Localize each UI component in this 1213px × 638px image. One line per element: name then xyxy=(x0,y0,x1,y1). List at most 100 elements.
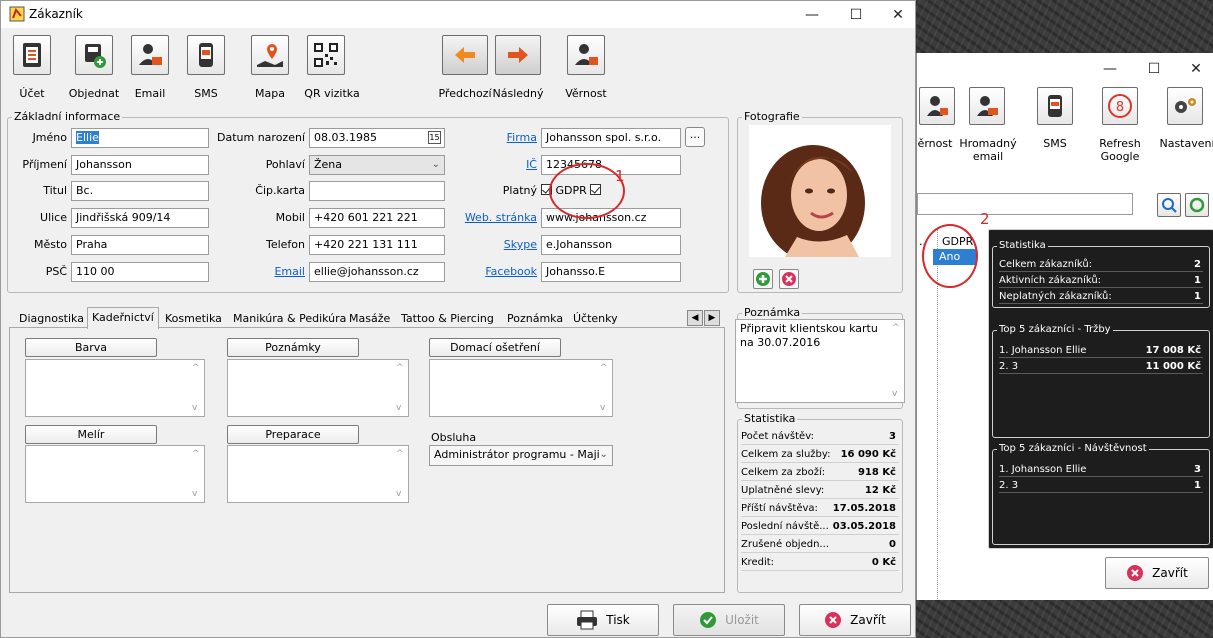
staff-select[interactable]: Administrátor programu - Majit ⌄ xyxy=(429,445,613,466)
stats-label: Celkem za služby: xyxy=(741,449,831,460)
company-more-button[interactable]: ... xyxy=(685,127,705,147)
qr-card-label: QR vizitka xyxy=(304,87,360,100)
back-sms-label: SMS xyxy=(1043,137,1067,150)
color-textarea[interactable] xyxy=(25,359,205,417)
back-sms-button[interactable] xyxy=(1037,87,1073,125)
minimize-button[interactable]: — xyxy=(797,5,827,25)
company-link[interactable]: Firma xyxy=(449,131,537,145)
save-button[interactable]: Uložit xyxy=(673,604,785,636)
arrow-right-icon xyxy=(508,47,528,63)
tab-hairdressing[interactable]: Kadeřnictví xyxy=(87,307,159,329)
sms-button[interactable] xyxy=(187,35,225,75)
home-care-scrollbar[interactable] xyxy=(596,360,612,416)
revenue-row: 2. 3 11 000 Kč xyxy=(999,359,1203,374)
street-input[interactable]: Jindřišská 909/14 xyxy=(71,208,209,228)
back-maximize-button[interactable]: ☐ xyxy=(1139,59,1169,79)
mobile-input[interactable]: +420 601 221 221 xyxy=(309,208,445,228)
map-button[interactable] xyxy=(251,35,289,75)
gender-select[interactable]: Žena ⌄ xyxy=(309,155,445,175)
phone-sms-icon xyxy=(1048,95,1062,117)
website-link[interactable]: Web. stránka xyxy=(449,211,537,225)
preparation-button[interactable]: Preparace xyxy=(227,425,359,444)
stats-value: 0 Kč xyxy=(871,557,896,568)
highlights-scrollbar[interactable] xyxy=(188,446,204,502)
email-input[interactable]: ellie@johansson.cz xyxy=(309,262,445,282)
company-input[interactable]: Johansson spol. s.r.o. xyxy=(541,128,681,148)
stat-label: Celkem zákazníků: xyxy=(999,259,1093,270)
ic-link[interactable]: IČ xyxy=(449,158,537,172)
loyalty-user-icon xyxy=(575,44,598,65)
email-link[interactable]: Email xyxy=(213,265,305,279)
back-refresh-button[interactable] xyxy=(1185,193,1209,217)
back-search-input[interactable] xyxy=(917,193,1133,215)
notes-button[interactable]: Poznámky xyxy=(227,338,359,357)
home-care-textarea[interactable] xyxy=(429,359,613,417)
color-button[interactable]: Barva xyxy=(25,338,157,357)
close-button[interactable]: ✕ xyxy=(883,5,913,25)
email-button[interactable] xyxy=(131,35,169,75)
highlights-textarea[interactable] xyxy=(25,445,205,503)
back-minimize-button[interactable]: — xyxy=(1095,59,1125,79)
birth-date-input[interactable]: 08.03.1985 15 xyxy=(309,128,445,148)
back-search-button[interactable] xyxy=(1157,193,1181,217)
skype-input[interactable]: e.Johansson xyxy=(541,235,681,255)
first-name-input[interactable]: Ellie xyxy=(71,128,209,148)
note-scrollbar[interactable] xyxy=(888,320,904,402)
back-close-main-button[interactable]: Zavřít xyxy=(1105,557,1209,589)
customer-stats-group: Statistika Celkem zákazníků: 2 Aktivních … xyxy=(992,240,1210,308)
tab-scroll-left-icon[interactable]: ◀ xyxy=(687,310,703,326)
note-textarea[interactable]: Připravit klientskou kartu na 30.07.2016 xyxy=(735,319,905,403)
title-bar: Zákazník — ☐ ✕ xyxy=(1,1,915,28)
home-care-button[interactable]: Domací ošetření xyxy=(429,338,561,357)
notes-textarea[interactable] xyxy=(227,359,409,417)
previous-button[interactable] xyxy=(442,35,488,75)
color-scrollbar[interactable] xyxy=(188,360,204,416)
customer-list[interactable]: .. GDPR Ano xyxy=(917,229,989,629)
stat-value: 1 xyxy=(1194,275,1201,286)
facebook-input[interactable]: Johansso.E xyxy=(541,262,681,282)
maximize-button[interactable]: ☐ xyxy=(841,5,871,25)
remove-photo-button[interactable] xyxy=(779,269,799,289)
refresh-google-button[interactable]: 8 xyxy=(1102,87,1138,125)
chip-card-input[interactable] xyxy=(309,181,445,201)
last-name-input[interactable]: Johansson xyxy=(71,155,209,175)
preparation-textarea[interactable] xyxy=(227,445,409,503)
tab-manicure-pedicure[interactable]: Manikúra & Pedikúra xyxy=(233,310,346,328)
zip-input[interactable]: 110 00 xyxy=(71,262,209,282)
facebook-link[interactable]: Facebook xyxy=(449,265,537,279)
loyalty-button[interactable] xyxy=(567,35,605,75)
highlights-button[interactable]: Melír xyxy=(25,425,157,444)
notes-scrollbar[interactable] xyxy=(392,360,408,416)
phone-input[interactable]: +420 221 131 111 xyxy=(309,235,445,255)
print-button[interactable]: Tisk xyxy=(547,604,659,636)
next-button[interactable] xyxy=(495,35,541,75)
add-photo-button[interactable] xyxy=(753,269,773,289)
preparation-scrollbar[interactable] xyxy=(392,446,408,502)
back-close-button[interactable]: ✕ xyxy=(1181,59,1211,79)
order-button[interactable] xyxy=(75,35,113,75)
top-visits-caption: Top 5 zákazníci - Návštěvnost xyxy=(997,443,1149,454)
settings-button[interactable] xyxy=(1167,87,1203,125)
title-input[interactable]: Bc. xyxy=(71,181,209,201)
tab-receipts[interactable]: Účtenky xyxy=(573,310,618,328)
phone-sms-icon xyxy=(199,43,213,67)
tab-massages[interactable]: Masáže xyxy=(349,310,390,328)
qr-card-button[interactable] xyxy=(307,35,345,75)
stats-value: 16 090 Kč xyxy=(840,449,896,460)
close-main-button[interactable]: Zavřít xyxy=(799,604,911,636)
tab-note[interactable]: Poznámka xyxy=(507,310,563,328)
mass-email-button[interactable] xyxy=(969,87,1005,125)
tab-cosmetics[interactable]: Kosmetika xyxy=(165,310,222,328)
document-icon xyxy=(23,43,41,67)
visits-row: 2. 3 1 xyxy=(999,478,1203,493)
account-button[interactable] xyxy=(13,35,51,75)
tab-diagnostics[interactable]: Diagnostika xyxy=(19,310,84,328)
calendar-icon[interactable]: 15 xyxy=(428,131,441,144)
stats-label: Celkem za zboží: xyxy=(741,467,826,478)
back-loyalty-button[interactable] xyxy=(919,87,955,125)
previous-label: Předchozí xyxy=(438,87,492,100)
tab-scroll-right-icon[interactable]: ▶ xyxy=(704,310,720,326)
tab-tattoo-piercing[interactable]: Tattoo & Piercing xyxy=(401,310,494,328)
city-input[interactable]: Praha xyxy=(71,235,209,255)
skype-link[interactable]: Skype xyxy=(449,238,537,252)
